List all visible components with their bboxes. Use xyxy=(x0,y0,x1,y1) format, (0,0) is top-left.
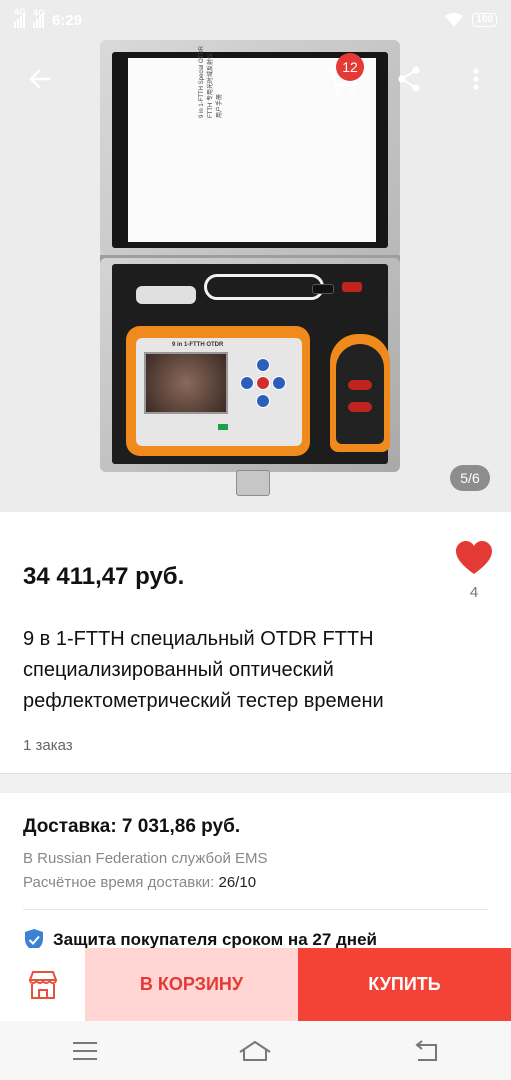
buy-now-button[interactable]: КУПИТЬ xyxy=(298,948,511,1021)
shipping-eta: Расчётное время доставки: 26/10 xyxy=(23,874,256,891)
section-divider xyxy=(0,773,511,793)
case-base: 9 in 1-FTTH OTDR xyxy=(100,258,400,472)
more-options-button[interactable] xyxy=(466,61,486,97)
product-price: 34 411,47 руб. xyxy=(23,563,185,590)
image-counter: 5/6 xyxy=(450,465,490,491)
add-to-cart-button[interactable]: В КОРЗИНУ xyxy=(85,948,298,1021)
signal-icon: 4G xyxy=(33,8,45,28)
shipping-method: В Russian Federation службой EMS xyxy=(23,850,268,867)
buyer-protection-text: Защита покупателя сроком на 27 дней xyxy=(53,930,377,949)
back-button[interactable] xyxy=(22,61,58,97)
home-icon xyxy=(239,1040,272,1061)
product-title: 9 в 1-FTTH специальный OTDR FTTH специал… xyxy=(23,628,384,712)
back-nav-button[interactable] xyxy=(396,1031,456,1071)
status-bar: 4G 4G 6:29 100 xyxy=(0,0,511,40)
favorites-count: 4 xyxy=(469,584,479,601)
favorite-button[interactable]: 4 xyxy=(454,540,494,604)
arrow-left-icon xyxy=(29,69,51,89)
purchase-bar: В КОРЗИНУ КУПИТЬ xyxy=(0,948,511,1021)
return-icon xyxy=(415,1039,437,1061)
clock: 6:29 xyxy=(52,11,83,29)
otdr-device: 9 in 1-FTTH OTDR xyxy=(126,326,310,456)
signal-icon: 4G xyxy=(14,7,26,28)
cart-count-badge: 12 xyxy=(336,53,364,81)
shipping-eta-label: Расчётное время доставки: xyxy=(23,874,215,891)
shipping-title[interactable]: Доставка: 7 031,86 руб. xyxy=(23,816,240,838)
shipping-eta-value: 26/10 xyxy=(218,874,257,891)
store-button[interactable] xyxy=(0,948,85,1021)
more-vertical-icon xyxy=(473,68,479,90)
orders-count: 1 заказ xyxy=(23,737,73,754)
divider xyxy=(23,909,488,910)
system-nav-bar xyxy=(0,1021,511,1080)
share-button[interactable] xyxy=(394,61,424,97)
wifi-icon xyxy=(445,12,464,27)
battery-icon: 100 xyxy=(472,13,497,27)
heart-icon xyxy=(456,541,492,574)
store-icon xyxy=(28,970,57,999)
home-nav-button[interactable] xyxy=(225,1031,285,1071)
menu-nav-button[interactable] xyxy=(55,1031,115,1071)
menu-icon xyxy=(73,1041,98,1060)
fault-locator-device xyxy=(330,334,390,452)
top-toolbar xyxy=(0,55,511,105)
share-icon xyxy=(398,66,420,92)
